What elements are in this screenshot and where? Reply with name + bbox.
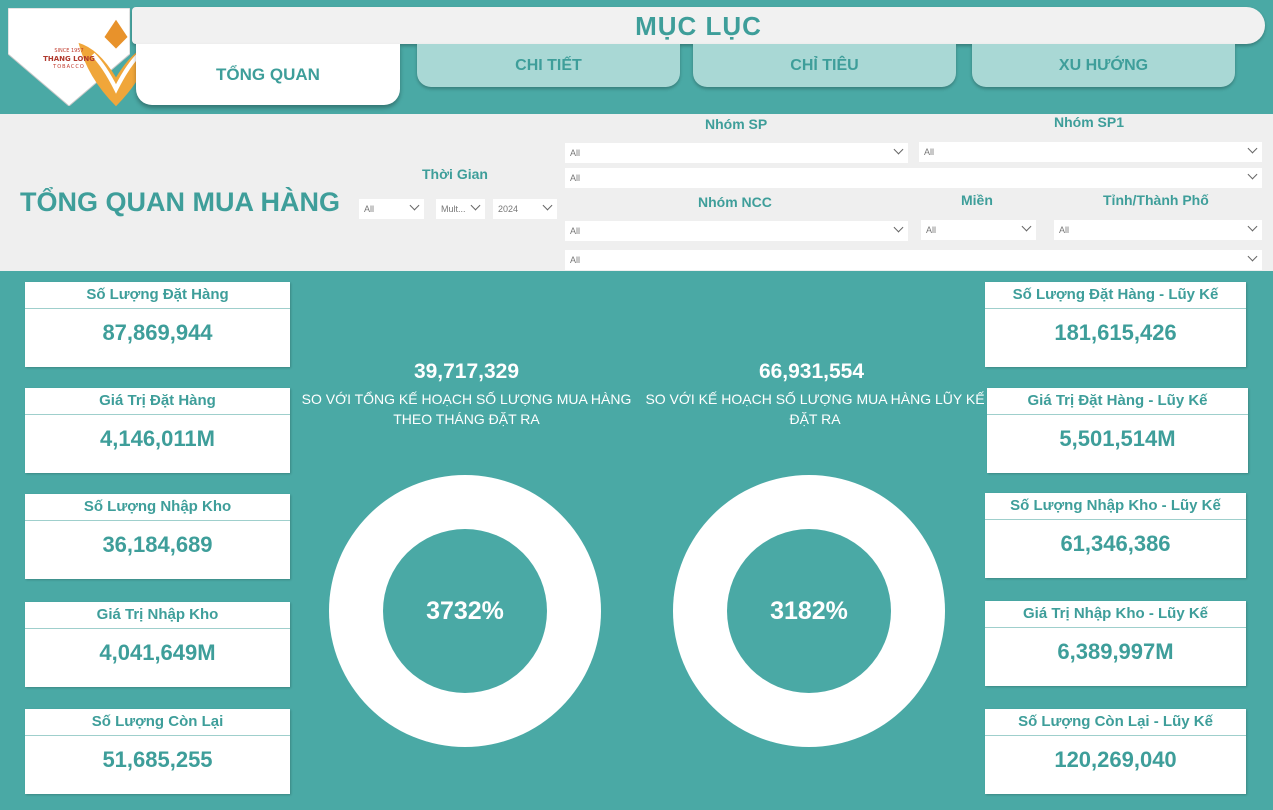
- nhom-ncc-label: Nhóm NCC: [698, 194, 772, 210]
- kpi-card-value: 4,146,011M: [100, 426, 215, 451]
- monthly-plan-donut: 3732%: [329, 475, 601, 747]
- header: SINCE 1957 THANG LONG TOBACCO MỤC LỤC TỔ…: [0, 0, 1273, 114]
- caption-line: THEO THÁNG ĐẶT RA: [393, 411, 540, 427]
- page-heading: TỔNG QUAN MUA HÀNG: [20, 187, 340, 217]
- tab-xu-huong[interactable]: XU HƯỚNG: [972, 44, 1235, 87]
- kpi-card-received-qty-cumulative: Số Lượng Nhập Kho - Lũy Kế 61,346,386: [985, 493, 1246, 578]
- kpi-card-label: Số Lượng Đặt Hàng: [25, 282, 290, 309]
- time-filter-label: Thời Gian: [422, 166, 488, 182]
- tab-chi-tieu[interactable]: CHỈ TIÊU: [693, 44, 956, 87]
- caption-line: SO VỚI TỔNG KẾ HOẠCH SỐ LƯỢNG MUA HÀNG: [301, 391, 632, 407]
- chevron-down-icon: [893, 222, 904, 233]
- kpi-card-label: Số Lượng Nhập Kho - Lũy Kế: [985, 493, 1246, 520]
- kpi-card-value: 5,501,514M: [1059, 426, 1176, 451]
- kpi-card-remaining-qty: Số Lượng Còn Lại 51,685,255: [25, 709, 290, 794]
- kpi-card-label: Số Lượng Còn Lại - Lũy Kế: [985, 709, 1246, 736]
- kpi-card-label: Giá Trị Đặt Hàng: [25, 388, 290, 415]
- kpi-card-value: 61,346,386: [1060, 531, 1171, 556]
- title-bar: MỤC LỤC: [132, 7, 1265, 44]
- kpi-card-label: Số Lượng Nhập Kho: [25, 494, 290, 521]
- time-filter-year-mode[interactable]: All: [359, 199, 424, 219]
- chevron-down-icon: [893, 144, 904, 155]
- monthly-plan-caption: SO VỚI TỔNG KẾ HOẠCH SỐ LƯỢNG MUA HÀNG T…: [295, 389, 638, 429]
- chevron-down-icon: [1247, 251, 1258, 262]
- mien-label: Miền: [961, 192, 993, 208]
- kpi-card-order-value-cumulative: Giá Trị Đặt Hàng - Lũy Kế 5,501,514M: [987, 388, 1248, 473]
- kpi-card-value: 6,389,997M: [1057, 639, 1174, 664]
- logo-sub: TOBACCO: [53, 64, 85, 70]
- chevron-down-icon: [1247, 169, 1258, 180]
- monthly-plan-difference: 39,717,329: [413, 360, 520, 383]
- caption-line: SO VỚI KẾ HOẠCH SỐ LƯỢNG MUA HÀNG LŨY KẾ: [645, 391, 985, 407]
- cumulative-plan-caption: SO VỚI KẾ HOẠCH SỐ LƯỢNG MUA HÀNG LŨY KẾ…: [640, 389, 990, 429]
- kpi-card-order-value: Giá Trị Đặt Hàng 4,146,011M: [25, 388, 290, 473]
- tab-chi-tiet[interactable]: CHI TIẾT: [417, 44, 680, 87]
- mien-dropdown[interactable]: All: [921, 220, 1036, 240]
- kpi-card-received-value: Giá Trị Nhập Kho 4,041,649M: [25, 602, 290, 687]
- kpi-card-label: Giá Trị Đặt Hàng - Lũy Kế: [987, 388, 1248, 415]
- kpi-card-label: Giá Trị Nhập Kho: [25, 602, 290, 629]
- kpi-card-received-qty: Số Lượng Nhập Kho 36,184,689: [25, 494, 290, 579]
- filter-panel: TỔNG QUAN MUA HÀNG Thời Gian All Mult...…: [0, 114, 1273, 271]
- kpi-card-value: 4,041,649M: [99, 640, 216, 665]
- kpi-card-received-value-cumulative: Giá Trị Nhập Kho - Lũy Kế 6,389,997M: [985, 601, 1246, 686]
- chevron-down-icon: [1247, 143, 1258, 154]
- kpi-card-order-qty: Số Lượng Đặt Hàng 87,869,944: [25, 282, 290, 367]
- chevron-down-icon: [470, 200, 481, 211]
- logo-since: SINCE 1957: [54, 48, 84, 54]
- nhom-sp-label: Nhóm SP: [705, 116, 768, 132]
- kpi-card-remaining-qty-cumulative: Số Lượng Còn Lại - Lũy Kế 120,269,040: [985, 709, 1246, 794]
- kpi-card-order-qty-cumulative: Số Lượng Đặt Hàng - Lũy Kế 181,615,426: [985, 282, 1246, 367]
- caption-line: ĐẶT RA: [789, 411, 841, 427]
- company-logo[interactable]: SINCE 1957 THANG LONG TOBACCO: [8, 8, 154, 107]
- nhom-sp-dropdown[interactable]: All: [565, 143, 908, 163]
- kpi-card-label: Số Lượng Còn Lại: [25, 709, 290, 736]
- kpi-card-value: 87,869,944: [102, 320, 213, 345]
- kpi-card-value: 51,685,255: [102, 747, 213, 772]
- nhom-sp1-label: Nhóm SP1: [1054, 114, 1125, 130]
- monthly-plan-percent: 3732%: [383, 529, 547, 693]
- supplier-filter-dropdown[interactable]: All: [565, 250, 1262, 270]
- product-filter-dropdown[interactable]: All: [565, 168, 1262, 188]
- kpi-card-label: Giá Trị Nhập Kho - Lũy Kế: [985, 601, 1246, 628]
- time-filter-months[interactable]: Mult...: [436, 199, 485, 219]
- tinh-label: Tỉnh/Thành Phố: [1103, 192, 1209, 208]
- kpi-card-label: Số Lượng Đặt Hàng - Lũy Kế: [985, 282, 1246, 309]
- time-filter-year[interactable]: 2024: [493, 199, 557, 219]
- nhom-sp1-dropdown[interactable]: All: [919, 142, 1262, 162]
- kpi-card-value: 120,269,040: [1054, 747, 1177, 772]
- cumulative-plan-percent: 3182%: [727, 529, 891, 693]
- tinh-dropdown[interactable]: All: [1054, 220, 1262, 240]
- page-title: MỤC LỤC: [635, 11, 762, 41]
- cumulative-plan-donut: 3182%: [673, 475, 945, 747]
- nhom-ncc-dropdown[interactable]: All: [565, 221, 908, 241]
- chevron-down-icon: [409, 200, 420, 211]
- cumulative-plan-difference: 66,931,554: [758, 360, 865, 383]
- tab-tong-quan[interactable]: TỔNG QUAN: [136, 44, 400, 105]
- chevron-down-icon: [1021, 221, 1032, 232]
- chevron-down-icon: [542, 200, 553, 211]
- logo-name: THANG LONG: [43, 55, 95, 63]
- kpi-card-value: 181,615,426: [1054, 320, 1177, 345]
- kpi-card-value: 36,184,689: [102, 532, 213, 557]
- chevron-down-icon: [1247, 221, 1258, 232]
